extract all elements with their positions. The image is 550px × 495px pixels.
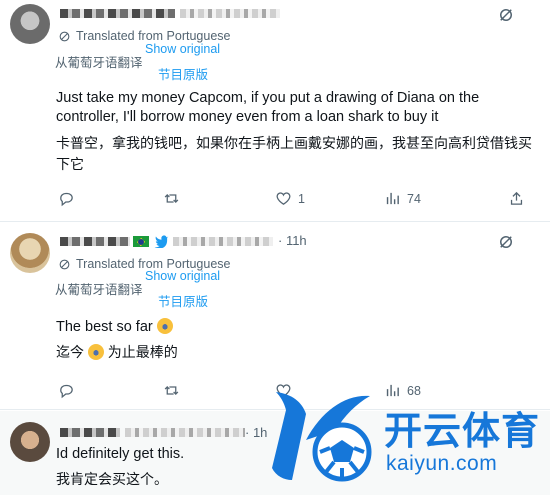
tweet-text-cn: 迄今 为止最棒的 <box>56 342 536 363</box>
reply-icon <box>60 192 73 207</box>
views-button[interactable]: 74 <box>384 190 421 207</box>
author-name-redacted[interactable] <box>60 237 130 246</box>
bird-icon <box>154 235 169 248</box>
view-count: 74 <box>407 191 421 206</box>
retweet-icon <box>164 194 179 203</box>
scream-emoji-icon <box>156 318 173 334</box>
share-button[interactable] <box>508 190 525 207</box>
show-original-link[interactable]: Show original <box>145 42 220 56</box>
tweet-text: The best so far <box>56 318 536 337</box>
author-handle-redacted <box>125 428 245 437</box>
translated-from-label: Translated from Portuguese <box>76 29 231 43</box>
share-icon <box>510 191 523 205</box>
show-original-link[interactable]: Show original <box>145 269 220 283</box>
show-original-link-cn[interactable]: 节目原版 <box>158 64 208 83</box>
retweet-button[interactable] <box>163 190 180 207</box>
watermark: 开云体育 kaiyun.com <box>262 380 550 495</box>
tweet-text-line: controller, I'll borrow money even from … <box>56 109 439 125</box>
translate-icon <box>59 259 70 269</box>
like-count: 1 <box>298 191 305 206</box>
retweet-button[interactable] <box>163 382 180 399</box>
author-handle-redacted <box>180 9 280 18</box>
tweet-text-cn-line: 下它 <box>56 156 84 172</box>
reply-button[interactable] <box>58 382 75 399</box>
tweet-text-cn: 卡普空，拿我的钱吧，如果你在手柄上画戴安娜的画，我甚至向高利贷借钱买 下它 <box>56 133 536 175</box>
avatar[interactable] <box>10 233 50 273</box>
author-handle-redacted <box>173 237 273 246</box>
kaiyun-logo-icon <box>272 392 372 482</box>
show-original-link-cn[interactable]: 节目原版 <box>158 291 208 310</box>
grok-icon[interactable] <box>497 6 515 24</box>
author-name-redacted[interactable] <box>60 9 175 18</box>
reply-icon <box>60 384 73 399</box>
tweet-text-content: The best so far <box>56 319 153 335</box>
tweet-time[interactable]: · 11h <box>278 233 307 248</box>
reply-button[interactable] <box>58 190 75 207</box>
brazil-flag-icon <box>133 236 149 247</box>
tweet-text: Just take my money Capcom, if you put a … <box>56 89 536 127</box>
retweet-icon <box>164 386 179 395</box>
author-name-redacted[interactable] <box>60 428 120 437</box>
avatar[interactable] <box>10 4 50 44</box>
translated-from-label-cn: 从葡萄牙语翻译 <box>55 56 143 70</box>
like-icon <box>276 192 291 205</box>
watermark-url: kaiyun.com <box>386 452 498 475</box>
tweet-text-cn-prefix: 迄今 <box>56 344 84 360</box>
grok-icon[interactable] <box>497 233 515 251</box>
like-button[interactable]: 1 <box>275 190 305 207</box>
scream-emoji-icon <box>87 344 104 360</box>
tweet-1[interactable]: Translated from Portuguese 从葡萄牙语翻译 Show … <box>0 0 550 222</box>
tweet-text-line: Just take my money Capcom, if you put a … <box>56 90 480 106</box>
translate-icon <box>59 31 70 41</box>
tweet-text-cn-suffix: 为止最棒的 <box>107 344 178 360</box>
watermark-title: 开云体育 <box>384 411 541 453</box>
avatar[interactable] <box>10 422 50 462</box>
views-icon <box>386 192 399 205</box>
tweet-text-cn-line: 卡普空，拿我的钱吧，如果你在手柄上画戴安娜的画，我甚至向高利贷借钱买 <box>56 135 532 151</box>
translated-from-label-cn: 从葡萄牙语翻译 <box>55 283 143 297</box>
